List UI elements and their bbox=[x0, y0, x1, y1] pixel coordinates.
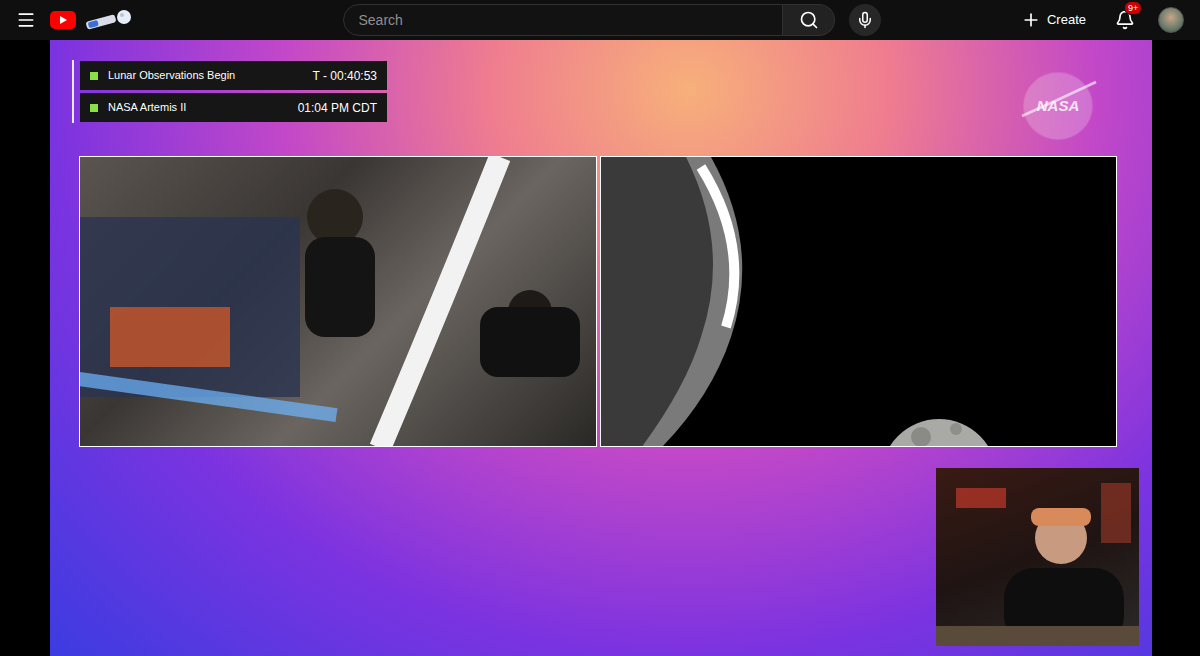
header-right: Create 9+ bbox=[1015, 6, 1184, 34]
doodle-logo-icon[interactable] bbox=[84, 9, 134, 31]
video-player[interactable]: Lunar Observations Begin T - 00:40:53 NASA… bbox=[50, 40, 1152, 656]
notification-badge: 9+ bbox=[1124, 1, 1142, 15]
plus-icon bbox=[1021, 10, 1041, 30]
status-dot bbox=[90, 72, 98, 80]
player-row: Lunar Observations Begin T - 00:40:53 NASA… bbox=[0, 40, 1200, 656]
label-group: Lunar Observations Begin T - 00:40:53 NASA… bbox=[72, 60, 387, 123]
search-area bbox=[340, 4, 885, 36]
voice-search-button[interactable] bbox=[849, 4, 881, 36]
header-left bbox=[16, 9, 316, 31]
cabin-camera bbox=[79, 156, 597, 447]
microphone-icon bbox=[856, 11, 874, 29]
notifications-button[interactable]: 9+ bbox=[1112, 7, 1138, 33]
youtube-logo-icon[interactable] bbox=[50, 11, 76, 29]
broadcast-label: Lunar Observations Begin T - 00:40:53 bbox=[80, 61, 387, 90]
left-letterbox bbox=[0, 40, 50, 656]
avatar[interactable] bbox=[1158, 7, 1184, 33]
nasa-logo-text: NASA bbox=[1037, 95, 1080, 118]
streamer-figure-icon bbox=[936, 468, 1139, 646]
youtube-page: Create 9+ Lunar Observations Begin T - 00:4… bbox=[0, 0, 1200, 656]
exterior-camera bbox=[600, 156, 1117, 447]
search-icon bbox=[799, 10, 819, 30]
label-value: T - 00:40:53 bbox=[313, 67, 378, 85]
label-value: 01:04 PM CDT bbox=[298, 99, 377, 117]
label-title: Lunar Observations Begin bbox=[108, 67, 303, 84]
label-title: NASA Artemis II bbox=[108, 99, 288, 116]
camera-feeds bbox=[79, 156, 1152, 447]
status-dot bbox=[90, 104, 98, 112]
moon-view-icon bbox=[601, 157, 1117, 447]
menu-icon[interactable] bbox=[16, 10, 36, 30]
search-button[interactable] bbox=[783, 4, 835, 36]
top-bar: Create 9+ bbox=[0, 0, 1200, 40]
nasa-logo: NASA bbox=[1018, 70, 1098, 142]
search-box bbox=[343, 4, 835, 36]
video-content: Lunar Observations Begin T - 00:40:53 NASA… bbox=[50, 40, 1152, 447]
search-input[interactable] bbox=[343, 4, 783, 36]
cabin-scene-icon bbox=[80, 157, 597, 447]
create-button[interactable]: Create bbox=[1015, 6, 1092, 34]
right-letterbox bbox=[1152, 40, 1200, 656]
streamer-webcam bbox=[936, 468, 1139, 646]
broadcast-label: NASA Artemis II 01:04 PM CDT bbox=[80, 93, 387, 122]
